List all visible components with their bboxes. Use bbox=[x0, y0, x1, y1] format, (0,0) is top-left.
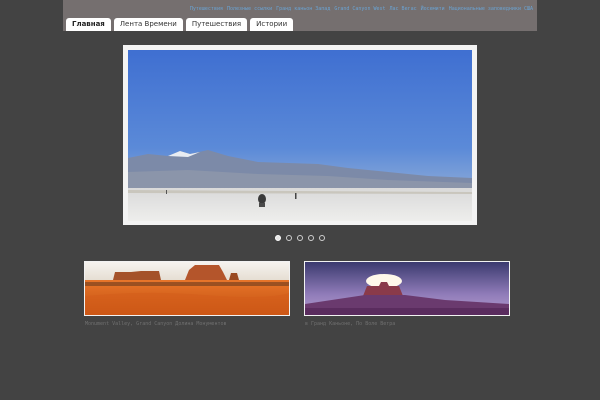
slide-image-salt-flat[interactable] bbox=[128, 50, 472, 221]
slider-dot[interactable] bbox=[319, 235, 325, 241]
top-link[interactable]: Полезные ссылки bbox=[227, 6, 272, 12]
top-link[interactable]: Grand Canyon West bbox=[334, 6, 385, 12]
top-link[interactable]: Йосемити bbox=[421, 6, 445, 12]
slider-pagination bbox=[275, 235, 325, 241]
thumbnail-caption[interactable]: в Гранд Каньоне, По Воле Ветра bbox=[305, 321, 395, 327]
top-link[interactable]: Путешествия bbox=[190, 6, 223, 12]
slider-dot[interactable] bbox=[297, 235, 303, 241]
main-tabs: Главная Лента Времени Путешествия Истори… bbox=[66, 18, 294, 31]
slider-dot[interactable] bbox=[275, 235, 281, 241]
tab-travels[interactable]: Путешествия bbox=[185, 18, 248, 31]
top-link[interactable]: Гранд каньон Запад bbox=[276, 6, 330, 12]
top-link[interactable]: Национальные заповедники США bbox=[449, 6, 533, 12]
thumbnail-monument-valley[interactable] bbox=[84, 261, 290, 316]
image-slider bbox=[123, 45, 477, 225]
thumbnail-caption[interactable]: Monument Valley, Grand Canyon Долина Мон… bbox=[85, 321, 226, 327]
thumbnail-grand-canyon[interactable] bbox=[304, 261, 510, 316]
tab-home[interactable]: Главная bbox=[66, 18, 111, 31]
top-link[interactable]: Лас Вегас bbox=[390, 6, 417, 12]
slider-dot[interactable] bbox=[308, 235, 314, 241]
top-links: Путешествия Полезные ссылки Гранд каньон… bbox=[190, 6, 533, 12]
tab-stories[interactable]: Истории bbox=[250, 18, 294, 31]
slider-dot[interactable] bbox=[286, 235, 292, 241]
tab-timeline[interactable]: Лента Времени bbox=[113, 18, 183, 31]
